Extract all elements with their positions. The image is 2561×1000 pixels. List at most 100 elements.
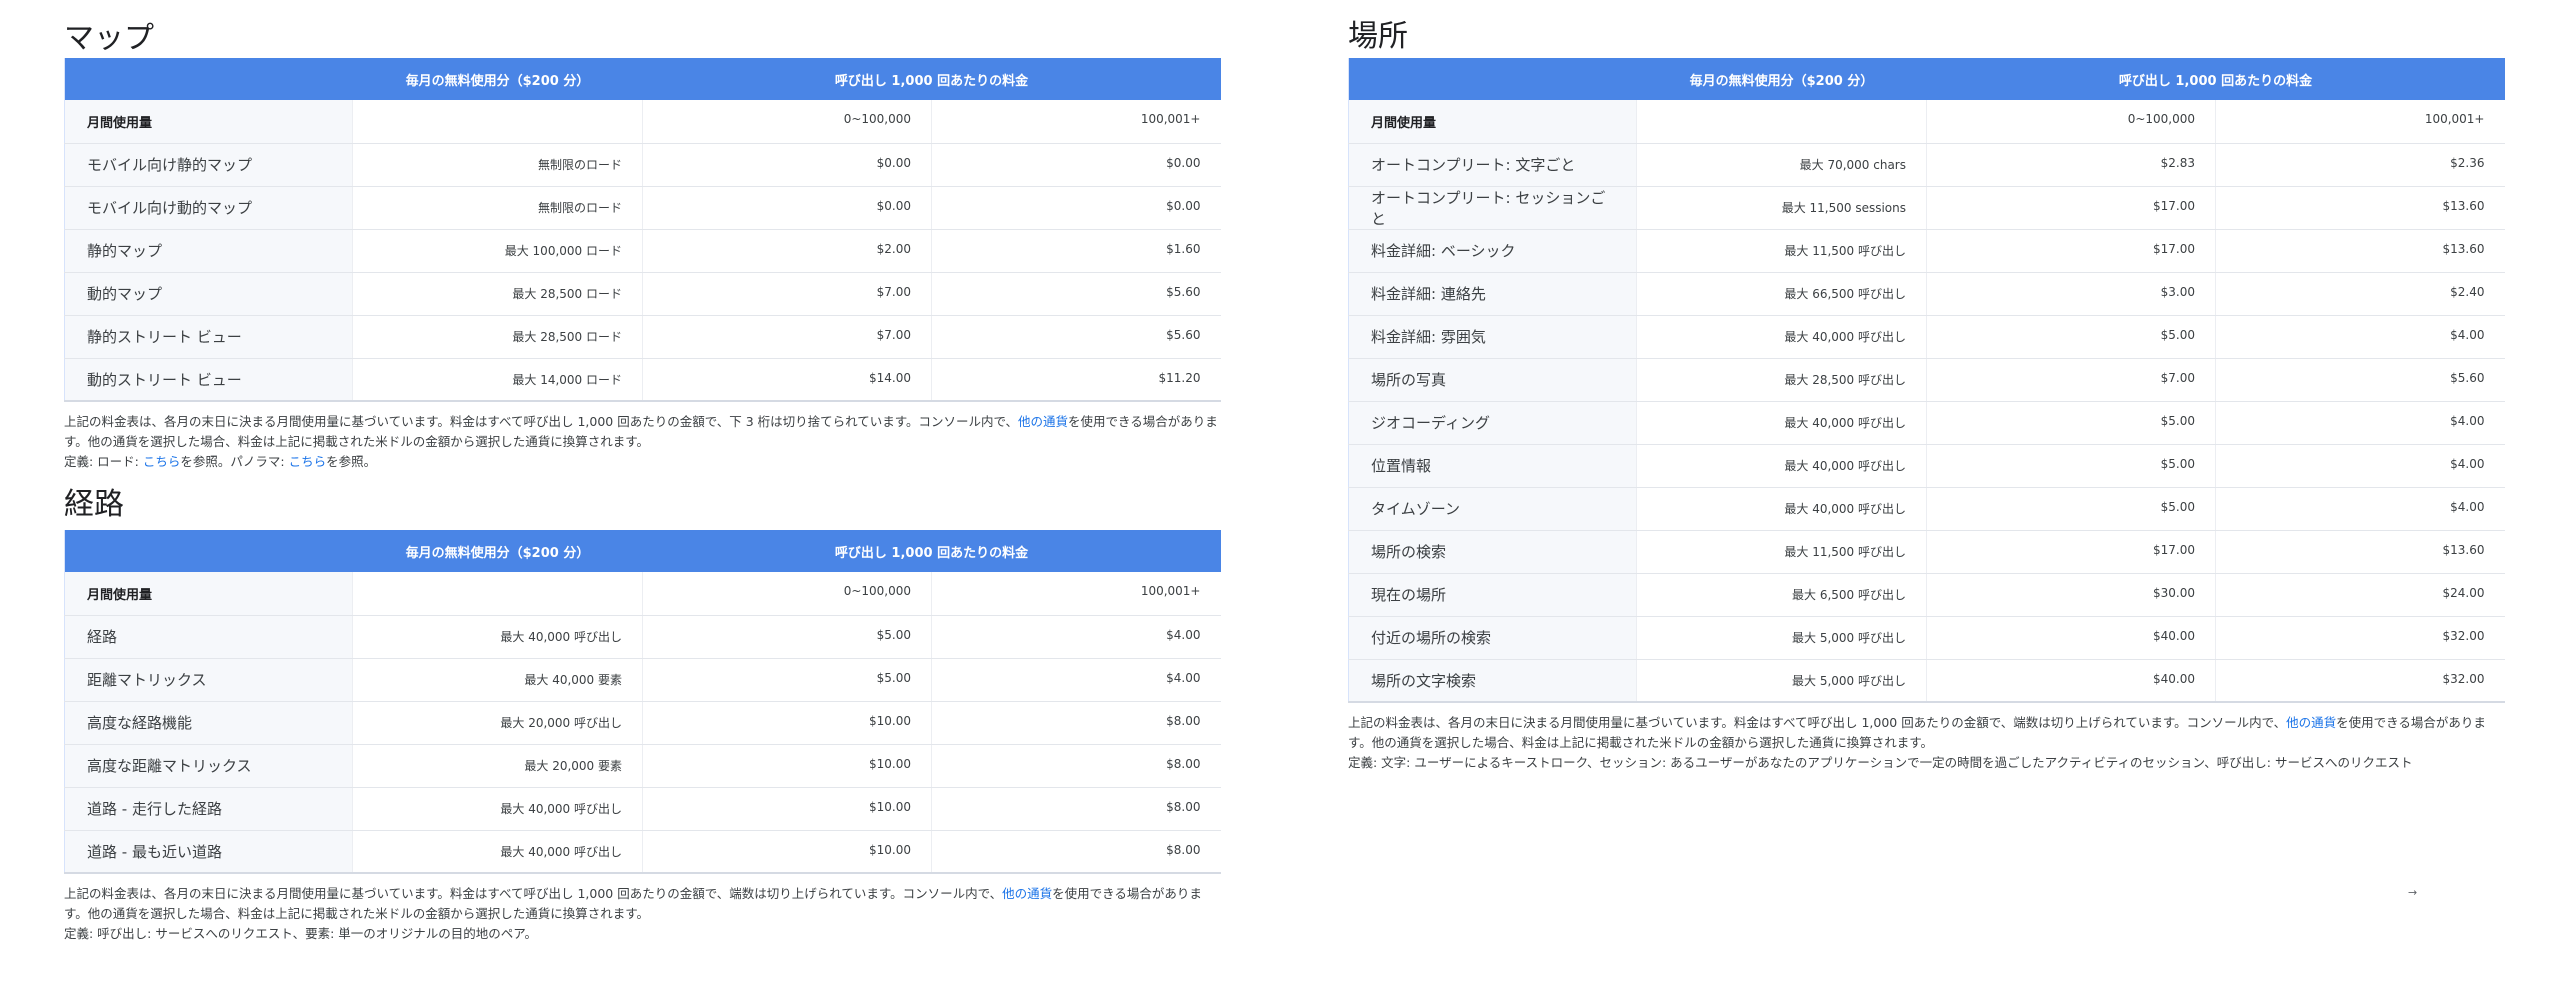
header-blank xyxy=(1348,58,1637,100)
table-row: 場所の写真 最大 28,500 呼び出し $7.00 $5.60 xyxy=(1348,358,2505,402)
free-usage-cell: 最大 20,000 呼び出し xyxy=(352,701,643,745)
free-usage-cell: 最大 40,000 呼び出し xyxy=(1636,444,1927,488)
tier1-price: $0.00 xyxy=(642,143,932,187)
usage-label: 月間使用量 xyxy=(64,572,353,616)
tier2-price: $8.00 xyxy=(931,701,1221,745)
tier1-price: $10.00 xyxy=(642,830,932,874)
tier2-range: 100,001+ xyxy=(931,572,1221,616)
routes-footnote: 上記の料金表は、各月の末日に決まる月間使用量に基づいています。料金はすべて呼び出… xyxy=(64,884,1220,944)
usage-free-cell xyxy=(352,100,643,144)
tier1-price: $7.00 xyxy=(642,272,932,316)
right-column: 場所 毎月の無料使用分（$200 分） 呼び出し 1,000 回あたりの料金 月… xyxy=(1348,0,2505,773)
header-blank xyxy=(64,530,353,572)
routes-section: 経路 毎月の無料使用分（$200 分） 呼び出し 1,000 回あたりの料金 月… xyxy=(64,472,1221,944)
tier1-price: $5.00 xyxy=(642,615,932,659)
tier2-price: $0.00 xyxy=(931,186,1221,230)
tier2-price: $5.60 xyxy=(931,315,1221,359)
tier2-price: $24.00 xyxy=(2215,573,2505,617)
table-row: タイムゾーン 最大 40,000 呼び出し $5.00 $4.00 xyxy=(1348,487,2505,531)
usage-free-cell xyxy=(352,572,643,616)
free-usage-cell: 最大 100,000 ロード xyxy=(352,229,643,273)
usage-row: 月間使用量 0~100,000 100,001+ xyxy=(64,572,1221,616)
tier2-price: $5.60 xyxy=(931,272,1221,316)
tier1-price: $2.83 xyxy=(1926,143,2216,187)
product-name: 動的マップ xyxy=(64,272,353,316)
table-row: 付近の場所の検索 最大 5,000 呼び出し $40.00 $32.00 xyxy=(1348,616,2505,660)
other-currency-link[interactable]: 他の通貨 xyxy=(1018,414,1068,429)
footnote-text: 上記の料金表は、各月の末日に決まる月間使用量に基づいています。料金はすべて呼び出… xyxy=(1348,715,2287,730)
places-pricing-table: 毎月の無料使用分（$200 分） 呼び出し 1,000 回あたりの料金 月間使用… xyxy=(1348,58,2505,703)
table-row: 位置情報 最大 40,000 呼び出し $5.00 $4.00 xyxy=(1348,444,2505,488)
header-price-per-1000: 呼び出し 1,000 回あたりの料金 xyxy=(1926,58,2505,100)
tier1-price: $7.00 xyxy=(642,315,932,359)
tier1-price: $5.00 xyxy=(1926,487,2216,531)
tier2-price: $32.00 xyxy=(2215,616,2505,660)
table-row: 動的マップ 最大 28,500 ロード $7.00 $5.60 xyxy=(64,272,1221,316)
table-row: 場所の文字検索 最大 5,000 呼び出し $40.00 $32.00 xyxy=(1348,659,2505,703)
tier2-price: $13.60 xyxy=(2215,229,2505,273)
tier2-price: $8.00 xyxy=(931,830,1221,874)
free-usage-cell: 最大 5,000 呼び出し xyxy=(1636,616,1927,660)
tier1-range: 0~100,000 xyxy=(642,100,932,144)
header-blank xyxy=(64,58,353,100)
free-usage-cell: 最大 14,000 ロード xyxy=(352,358,643,402)
free-usage-cell: 最大 40,000 呼び出し xyxy=(1636,315,1927,359)
tier1-price: $17.00 xyxy=(1926,229,2216,273)
product-name: 道路 - 最も近い道路 xyxy=(64,830,353,874)
tier2-price: $13.60 xyxy=(2215,530,2505,574)
load-definition-link[interactable]: こちら xyxy=(143,454,181,469)
other-currency-link[interactable]: 他の通貨 xyxy=(1002,886,1052,901)
header-free-usage: 毎月の無料使用分（$200 分） xyxy=(352,530,643,572)
free-usage-cell: 最大 20,000 要素 xyxy=(352,744,643,788)
table-row: 高度な経路機能 最大 20,000 呼び出し $10.00 $8.00 xyxy=(64,701,1221,745)
product-name: オートコンプリート: セッションごと xyxy=(1348,186,1637,230)
tier1-price: $10.00 xyxy=(642,787,932,831)
other-currency-link[interactable]: 他の通貨 xyxy=(2286,715,2336,730)
table-row: 距離マトリックス 最大 40,000 要素 $5.00 $4.00 xyxy=(64,658,1221,702)
table-row: 道路 - 走行した経路 最大 40,000 呼び出し $10.00 $8.00 xyxy=(64,787,1221,831)
free-usage-cell: 最大 6,500 呼び出し xyxy=(1636,573,1927,617)
tier2-price: $2.40 xyxy=(2215,272,2505,316)
product-name: 場所の検索 xyxy=(1348,530,1637,574)
tier1-price: $5.00 xyxy=(1926,315,2216,359)
table-header-row: 毎月の無料使用分（$200 分） 呼び出し 1,000 回あたりの料金 xyxy=(64,530,1221,572)
tier2-price: $4.00 xyxy=(2215,444,2505,488)
free-usage-cell: 最大 28,500 呼び出し xyxy=(1636,358,1927,402)
header-free-usage: 毎月の無料使用分（$200 分） xyxy=(1636,58,1927,100)
panorama-definition-link[interactable]: こちら xyxy=(289,454,327,469)
tier2-price: $8.00 xyxy=(931,787,1221,831)
free-usage-cell: 最大 70,000 chars xyxy=(1636,143,1927,187)
table-row: 料金詳細: 雰囲気 最大 40,000 呼び出し $5.00 $4.00 xyxy=(1348,315,2505,359)
product-name: 場所の文字検索 xyxy=(1348,659,1637,703)
free-usage-cell: 最大 40,000 呼び出し xyxy=(352,830,643,874)
maps-footnote: 上記の料金表は、各月の末日に決まる月間使用量に基づいています。料金はすべて呼び出… xyxy=(64,412,1220,472)
table-row: 料金詳細: ベーシック 最大 11,500 呼び出し $17.00 $13.60 xyxy=(1348,229,2505,273)
product-name: 静的ストリート ビュー xyxy=(64,315,353,359)
product-name: 動的ストリート ビュー xyxy=(64,358,353,402)
product-name: 高度な距離マトリックス xyxy=(64,744,353,788)
tier2-range: 100,001+ xyxy=(931,100,1221,144)
tier2-price: $11.20 xyxy=(931,358,1221,402)
usage-label: 月間使用量 xyxy=(64,100,353,144)
header-price-per-1000: 呼び出し 1,000 回あたりの料金 xyxy=(642,58,1221,100)
tier1-price: $14.00 xyxy=(642,358,932,402)
tier1-price: $10.00 xyxy=(642,701,932,745)
tier1-price: $30.00 xyxy=(1926,573,2216,617)
tier1-price: $10.00 xyxy=(642,744,932,788)
tier2-price: $4.00 xyxy=(2215,401,2505,445)
tier1-price: $3.00 xyxy=(1926,272,2216,316)
definition-text: を参照。 xyxy=(326,454,377,469)
product-name: 場所の写真 xyxy=(1348,358,1637,402)
definition-text: 定義: 文字: ユーザーによるキーストローク、セッション: あるユーザーがあなた… xyxy=(1348,755,2413,770)
tier1-range: 0~100,000 xyxy=(1926,100,2216,144)
free-usage-cell: 最大 11,500 呼び出し xyxy=(1636,530,1927,574)
product-name: 道路 - 走行した経路 xyxy=(64,787,353,831)
free-usage-cell: 最大 11,500 呼び出し xyxy=(1636,229,1927,273)
product-name: 静的マップ xyxy=(64,229,353,273)
tier1-price: $0.00 xyxy=(642,186,932,230)
product-name: 料金詳細: ベーシック xyxy=(1348,229,1637,273)
product-name: 現在の場所 xyxy=(1348,573,1637,617)
table-row: モバイル向け静的マップ 無制限のロード $0.00 $0.00 xyxy=(64,143,1221,187)
places-section: 場所 毎月の無料使用分（$200 分） 呼び出し 1,000 回あたりの料金 月… xyxy=(1348,0,2505,773)
product-name: 付近の場所の検索 xyxy=(1348,616,1637,660)
